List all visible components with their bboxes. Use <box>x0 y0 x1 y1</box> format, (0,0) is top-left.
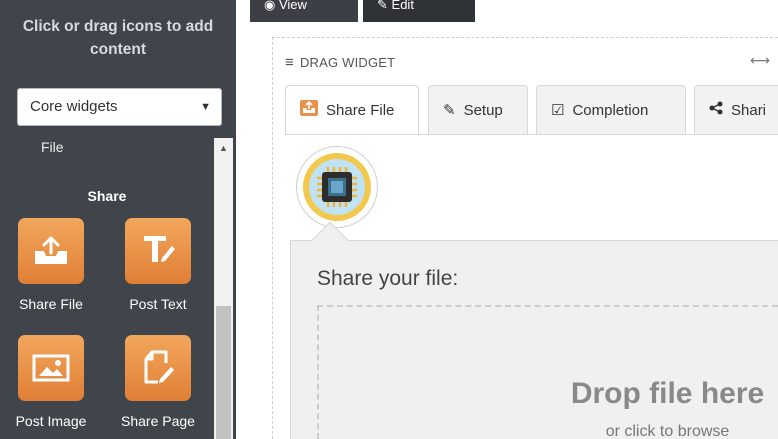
tab-completion[interactable]: ☑ Completion <box>536 85 686 135</box>
widget-category-value: Core widgets <box>30 98 118 115</box>
tabs-divider <box>285 134 778 135</box>
upload-tray-icon <box>18 218 84 284</box>
share-nodes-icon <box>709 101 723 119</box>
share-file-icon <box>300 100 318 120</box>
view-mode-tab[interactable]: ◉ View <box>250 0 358 22</box>
tab-label: Share File <box>326 101 395 119</box>
eye-icon: ◉ <box>264 0 276 12</box>
tile-share-file[interactable]: Share File <box>0 218 106 312</box>
tile-post-image[interactable]: Post Image <box>0 335 106 429</box>
dropzone-main-text: Drop file here <box>570 377 765 410</box>
widget-list: File Share Share File Post Text Post Ima… <box>0 138 214 439</box>
tab-setup[interactable]: ✎ Setup <box>428 85 528 135</box>
scroll-up-arrow-icon[interactable]: ▲ <box>214 138 233 157</box>
widget-tabs: Share File ✎ Setup ☑ Completion Shari <box>285 85 778 135</box>
drag-handle[interactable]: ≡ DRAG WIDGET <box>285 54 395 71</box>
tab-label: Completion <box>572 101 649 119</box>
mode-toolbar: ◉ View ✎ Edit <box>236 0 778 22</box>
check-square-icon: ☑ <box>551 102 565 119</box>
section-heading-share: Share <box>87 188 127 204</box>
tab-label: Shari <box>731 101 767 119</box>
resize-horizontal-icon[interactable]: ⟷ <box>750 52 770 69</box>
image-icon <box>18 335 84 401</box>
pencil-icon: ✎ <box>443 102 456 119</box>
caret-down-icon: ▼ <box>200 101 211 113</box>
tab-sharing[interactable]: Shari <box>694 85 778 135</box>
sidebar-title: Click or drag icons to add content <box>22 18 214 58</box>
tile-post-text[interactable]: Post Text <box>103 218 213 312</box>
hamburger-icon: ≡ <box>285 54 294 71</box>
drag-widget-label: DRAG WIDGET <box>299 55 396 70</box>
pencil-icon: ✎ <box>377 0 388 12</box>
tile-label: Post Text <box>129 296 187 312</box>
share-title: Share your file: <box>317 267 459 290</box>
scrollbar-thumb[interactable] <box>216 306 231 439</box>
widget-category-select[interactable]: Core widgets ▼ <box>17 88 222 126</box>
tab-share-file[interactable]: Share File <box>285 85 419 135</box>
tab-label: Setup <box>463 101 503 119</box>
widget-sidebar: Click or drag icons to add content Core … <box>0 0 236 439</box>
edit-mode-tab[interactable]: ✎ Edit <box>363 0 475 22</box>
tile-label: Share File <box>19 296 83 312</box>
chip-badge-icon <box>303 153 371 221</box>
tile-label: Share Page <box>121 413 195 429</box>
tile-label: Post Image <box>15 413 87 429</box>
view-mode-label: View <box>278 0 307 12</box>
sidebar-scrollbar[interactable]: ▲ <box>214 138 233 439</box>
text-pen-icon <box>125 218 191 284</box>
page-pen-icon <box>125 335 191 401</box>
section-label-file: File <box>41 139 64 155</box>
edit-mode-label: Edit <box>391 0 414 12</box>
tile-share-page[interactable]: Share Page <box>103 335 213 429</box>
file-dropzone[interactable] <box>317 305 778 439</box>
dropzone-browse-text[interactable]: or click to browse <box>317 423 778 439</box>
user-avatar <box>296 146 378 228</box>
